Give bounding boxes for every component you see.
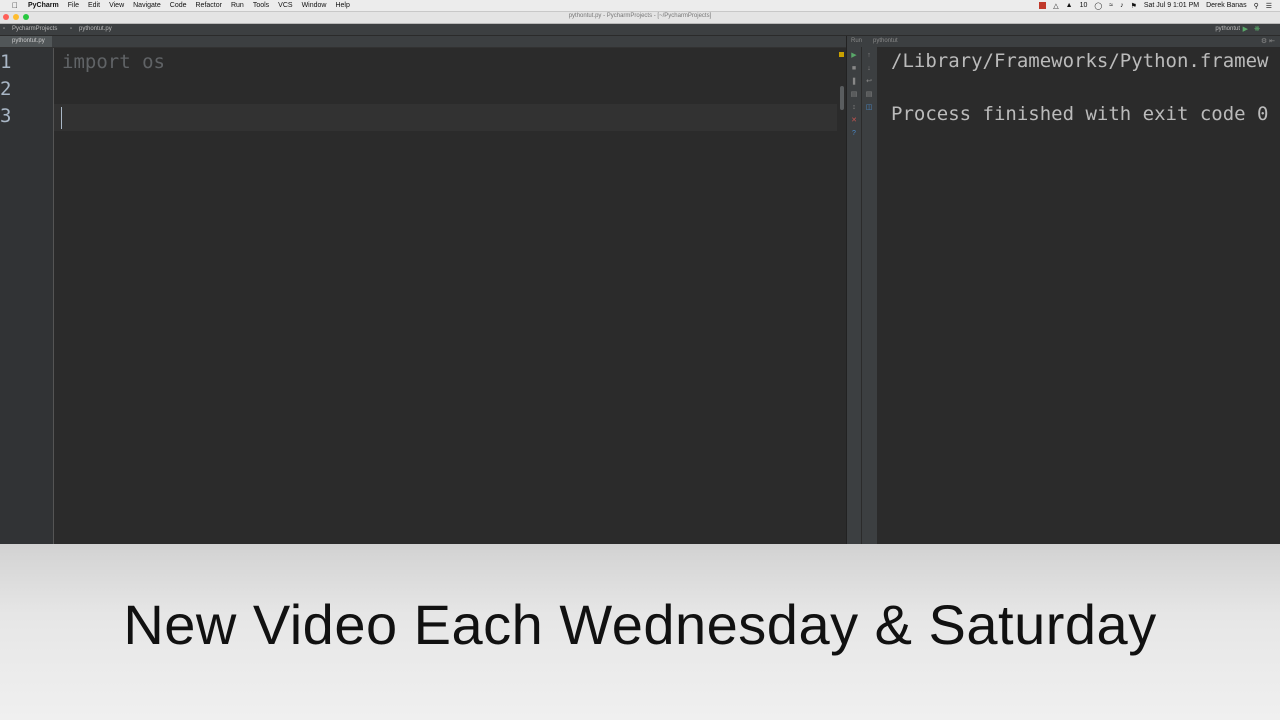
current-line-highlight [54, 104, 846, 131]
search-icon[interactable]: ⚲ [1254, 2, 1259, 10]
inspection-status-icon[interactable] [839, 52, 844, 57]
clock-text[interactable]: Sat Jul 9 1:01 PM [1144, 2, 1199, 9]
sync-icon[interactable]: ◯ [1094, 2, 1102, 10]
panel-settings-icon[interactable]: ⚙ ⇤ [1261, 37, 1275, 45]
print-icon[interactable]: ▤ [865, 91, 873, 99]
video-banner: New Video Each Wednesday & Saturday [0, 544, 1280, 720]
python-file-icon: ▫ [70, 26, 73, 32]
wifi-icon[interactable]: ≈ [1109, 2, 1113, 9]
run-config-select[interactable]: pythontut [1215, 26, 1240, 32]
flag-icon[interactable]: ⚑ [1131, 2, 1137, 10]
breadcrumb-file[interactable]: pythontut.py [79, 26, 112, 32]
scroll-down-icon[interactable]: ↓ [865, 65, 873, 73]
editor-tab-bar: pythontut.py [0, 36, 846, 48]
scroll-up-icon[interactable]: ↑ [865, 52, 873, 60]
menu-edit[interactable]: Edit [88, 0, 100, 11]
rerun-icon[interactable]: ▶ [850, 52, 858, 60]
stop-icon[interactable]: ■ [850, 65, 858, 73]
menu-view[interactable]: View [109, 0, 124, 11]
mac-menubar:  PyCharm File Edit View Navigate Code R… [0, 0, 1280, 12]
window-titlebar: pythontut.py - PycharmProjects - [~/Pych… [0, 12, 1280, 24]
line-number: 3 [0, 105, 12, 127]
menu-navigate[interactable]: Navigate [133, 0, 161, 11]
code-editor[interactable]: 1 2 3 import os [0, 48, 846, 544]
menubar-status-area: △ ▲ 10 ◯ ≈ ♪ ⚑ Sat Jul 9 1:01 PM Derek B… [1032, 0, 1272, 11]
window-title: pythontut.py - PycharmProjects - [~/Pych… [568, 13, 712, 19]
status-count[interactable]: 10 [1080, 2, 1088, 9]
soft-wrap-icon[interactable]: ↩ [865, 78, 873, 86]
volume-icon[interactable]: ♪ [1120, 2, 1124, 9]
menu-vcs[interactable]: VCS [278, 0, 292, 11]
apple-icon[interactable]:  [10, 1, 20, 10]
editor-scrollbar[interactable] [840, 86, 844, 110]
menu-window[interactable]: Window [302, 0, 327, 11]
console-output-line: Process finished with exit code 0 [891, 103, 1269, 125]
pin-icon[interactable]: ↕ [850, 104, 858, 112]
menu-tools[interactable]: Tools [253, 0, 269, 11]
run-panel-config[interactable]: pythontut [873, 38, 898, 44]
debug-icon[interactable]: ❋ [1254, 25, 1260, 33]
notification-list-icon[interactable]: ☰ [1266, 2, 1272, 10]
upload-icon[interactable]: ▲ [1066, 2, 1073, 9]
run-tool-window: Run pythontut ⚙ ⇤ ▶ ■ ❚ ▤ ↕ ✕ ? ↑ ↓ ↩ ▤ … [846, 36, 1280, 544]
close-run-icon[interactable]: ✕ [850, 117, 858, 125]
run-icon[interactable]: ▶ [1243, 25, 1248, 33]
banner-text: New Video Each Wednesday & Saturday [123, 593, 1157, 656]
folder-icon: ▫ [3, 26, 6, 32]
user-name[interactable]: Derek Banas [1206, 2, 1246, 9]
code-line[interactable]: import os [62, 51, 165, 73]
pause-icon[interactable]: ❚ [850, 78, 858, 86]
help-icon[interactable]: ? [850, 130, 858, 138]
console-output-line: /Library/Frameworks/Python.framew [891, 50, 1269, 72]
line-number: 2 [0, 78, 12, 100]
navigation-bar: ▫ PycharmProjects ▫ pythontut.py pythont… [0, 24, 1280, 36]
menu-code[interactable]: Code [170, 0, 187, 11]
menu-run[interactable]: Run [231, 0, 244, 11]
menu-app-name[interactable]: PyCharm [28, 0, 59, 11]
run-toolbar-secondary: ↑ ↓ ↩ ▤ ◫ [862, 47, 878, 544]
drive-icon[interactable]: △ [1053, 2, 1058, 10]
run-panel-label: Run [851, 38, 863, 44]
line-number-gutter: 1 2 3 [0, 48, 54, 544]
run-toolbar-primary: ▶ ■ ❚ ▤ ↕ ✕ ? [847, 47, 861, 544]
error-stripe[interactable] [837, 48, 846, 544]
menu-refactor[interactable]: Refactor [196, 0, 222, 11]
text-caret [61, 107, 62, 129]
tab-pythontut[interactable]: pythontut.py [0, 36, 52, 47]
recording-icon[interactable] [1039, 2, 1047, 9]
restore-layout-icon[interactable]: ▤ [850, 91, 858, 99]
run-panel-header: Run pythontut ⚙ ⇤ [847, 36, 1280, 47]
clear-all-icon[interactable]: ◫ [865, 104, 873, 112]
menu-help[interactable]: Help [335, 0, 349, 11]
breadcrumb-project[interactable]: PycharmProjects [12, 26, 57, 32]
line-number: 1 [0, 51, 12, 73]
menu-file[interactable]: File [68, 0, 79, 11]
